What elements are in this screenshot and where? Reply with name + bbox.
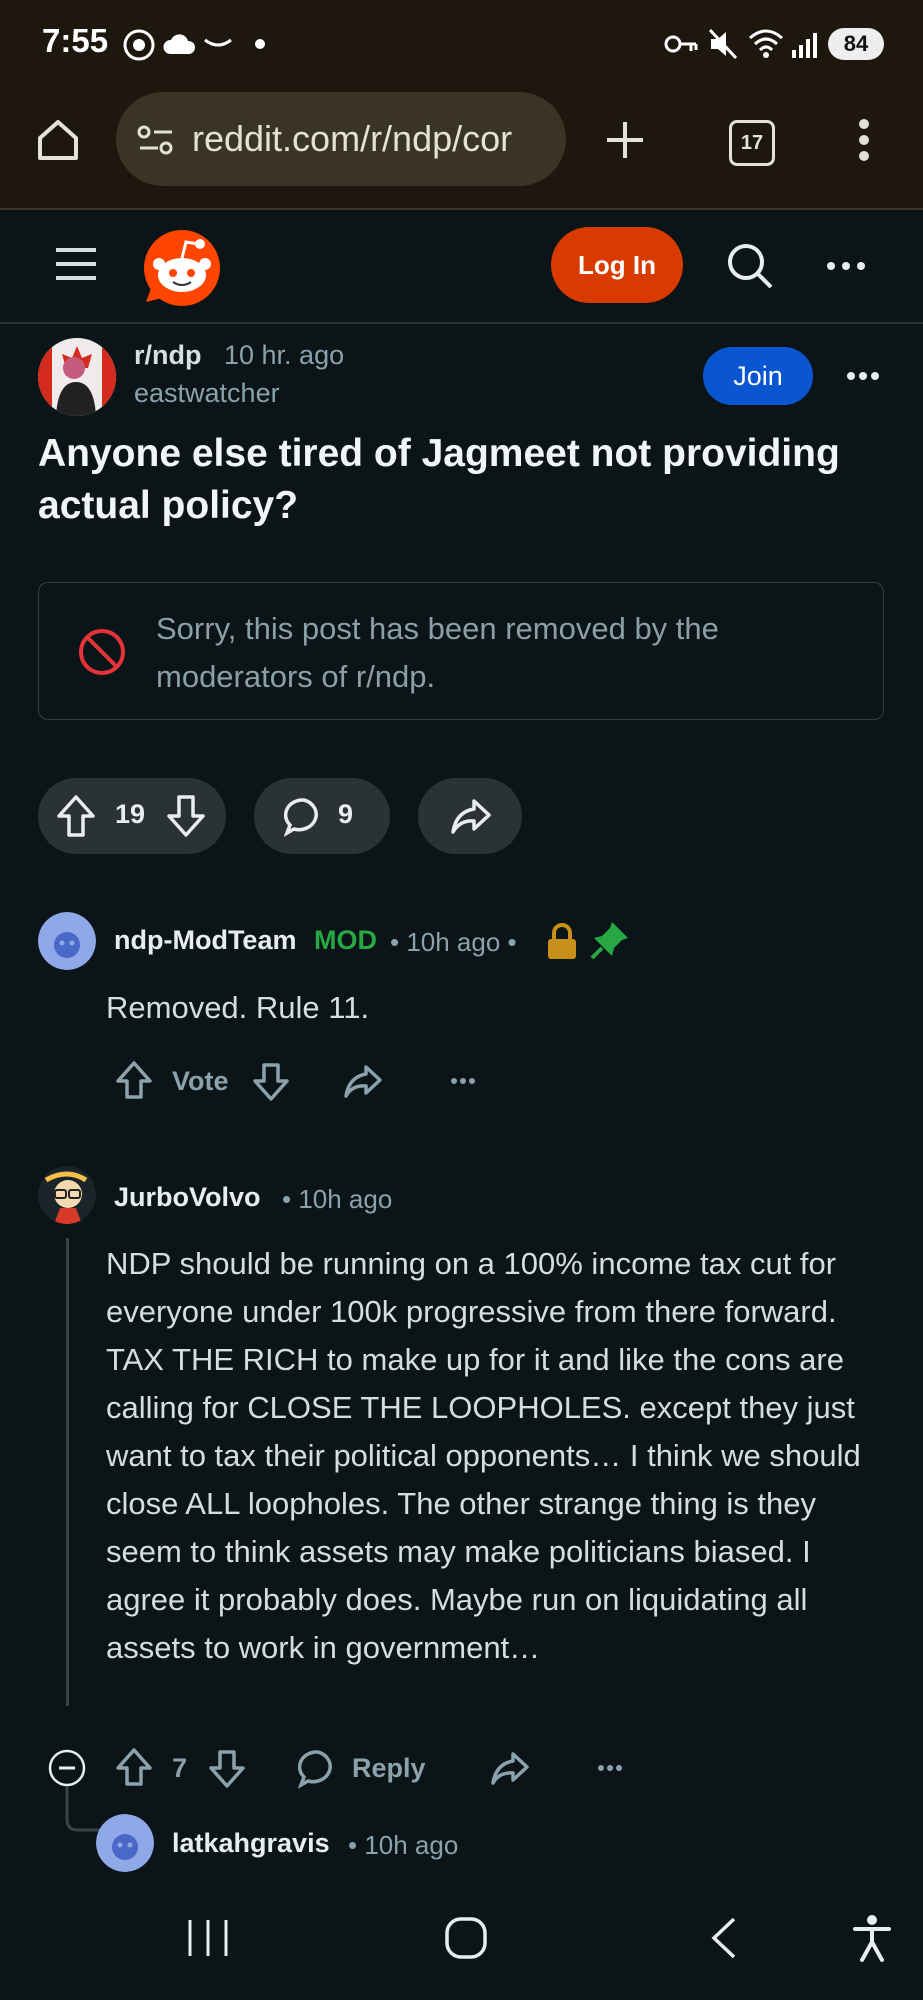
- comment-meta: • 10h ago •: [390, 927, 517, 957]
- reply-label[interactable]: Reply: [352, 1753, 426, 1784]
- home-button-icon[interactable]: [444, 1916, 488, 1960]
- post-more-icon[interactable]: [846, 370, 880, 382]
- thread-line[interactable]: [66, 1238, 69, 1706]
- dot-icon: [255, 39, 265, 49]
- reply-icon[interactable]: [298, 1749, 338, 1789]
- subreddit-name[interactable]: r/ndp: [134, 340, 202, 371]
- comment-username[interactable]: ndp-ModTeam: [114, 925, 296, 956]
- vote-label: Vote: [172, 1066, 229, 1096]
- post-age: 10 hr. ago: [224, 340, 345, 370]
- wifi-icon: [749, 29, 783, 58]
- comment-username[interactable]: latkahgravis: [172, 1828, 330, 1859]
- status-time: 7:55: [42, 22, 109, 59]
- more-horiz-icon[interactable]: [826, 260, 866, 272]
- post-title[interactable]: Anyone else tired of Jagmeet not providi…: [38, 428, 888, 532]
- comment-count: 9: [338, 799, 354, 829]
- hamburger-menu-icon[interactable]: [54, 246, 98, 282]
- upvote-icon[interactable]: [56, 794, 96, 838]
- home-icon[interactable]: [34, 116, 82, 164]
- downvote-icon[interactable]: [251, 1062, 291, 1102]
- log-in-button[interactable]: Log In: [551, 227, 683, 303]
- mute-icon: [708, 28, 738, 60]
- removed-notice-text: Sorry, this post has been removed by the…: [156, 611, 719, 694]
- vote-pill: 19: [38, 778, 226, 854]
- downvote-icon[interactable]: [166, 794, 206, 838]
- cloud-icon: [163, 34, 196, 54]
- downvote-icon[interactable]: [207, 1749, 247, 1789]
- collapse-thread-icon[interactable]: [48, 1749, 86, 1787]
- url-text: reddit.com/r/ndp/cor: [192, 118, 513, 159]
- search-icon[interactable]: [726, 242, 774, 290]
- pin-icon: [590, 922, 628, 960]
- browser-toolbar: reddit.com/r/ndp/cor 17: [0, 90, 923, 210]
- comment-score: 7: [172, 1753, 188, 1783]
- system-nav-bar: [0, 1880, 923, 2000]
- accessibility-icon[interactable]: [852, 1914, 892, 1962]
- recent-apps-icon[interactable]: [186, 1918, 230, 1958]
- vpn-key-icon: [664, 35, 698, 53]
- join-button[interactable]: Join: [703, 347, 813, 405]
- upvote-icon[interactable]: [114, 1747, 154, 1787]
- url-bar[interactable]: reddit.com/r/ndp/cor: [116, 92, 566, 186]
- prohibited-icon: [79, 629, 125, 675]
- post-author[interactable]: eastwatcher: [134, 378, 280, 409]
- comment-meta: • 10h ago: [348, 1830, 459, 1860]
- share-icon[interactable]: [343, 1064, 383, 1100]
- reddit-logo-icon[interactable]: [142, 228, 222, 308]
- battery-indicator: 84: [828, 28, 884, 60]
- more-vert-icon[interactable]: [854, 118, 874, 162]
- share-icon: [451, 799, 491, 834]
- comment-avatar[interactable]: [38, 1166, 96, 1224]
- post-score: 19: [115, 799, 146, 829]
- lock-icon: [548, 923, 576, 959]
- comment-avatar[interactable]: [96, 1814, 154, 1872]
- app-notification-icon: [123, 29, 155, 61]
- comment-body: Removed. Rule 11.: [106, 990, 370, 1025]
- new-tab-icon[interactable]: [605, 120, 645, 160]
- signal-icon: [792, 33, 817, 58]
- site-settings-icon[interactable]: [136, 122, 176, 158]
- comment-meta: • 10h ago: [282, 1184, 393, 1214]
- mod-badge: MOD: [314, 925, 377, 955]
- comment-more-icon[interactable]: [597, 1763, 623, 1773]
- upvote-icon[interactable]: [114, 1060, 154, 1100]
- tab-switcher[interactable]: 17: [729, 120, 775, 166]
- share-icon[interactable]: [490, 1751, 530, 1787]
- removed-notice: Sorry, this post has been removed by the…: [38, 582, 884, 720]
- status-bar: 7:55 84: [0, 0, 923, 90]
- comments-button[interactable]: 9: [254, 778, 390, 854]
- amazon-icon: [204, 38, 232, 47]
- reddit-header: Log In: [0, 210, 923, 324]
- share-button[interactable]: [418, 778, 522, 854]
- comment-icon: [284, 798, 318, 837]
- comment-avatar[interactable]: [38, 912, 96, 970]
- back-icon[interactable]: [708, 1916, 738, 1960]
- comment-more-icon[interactable]: [450, 1076, 476, 1086]
- subreddit-avatar[interactable]: [38, 338, 116, 416]
- comment-body: NDP should be running on a 100% income t…: [106, 1246, 861, 1665]
- comment-username[interactable]: JurboVolvo: [114, 1182, 261, 1213]
